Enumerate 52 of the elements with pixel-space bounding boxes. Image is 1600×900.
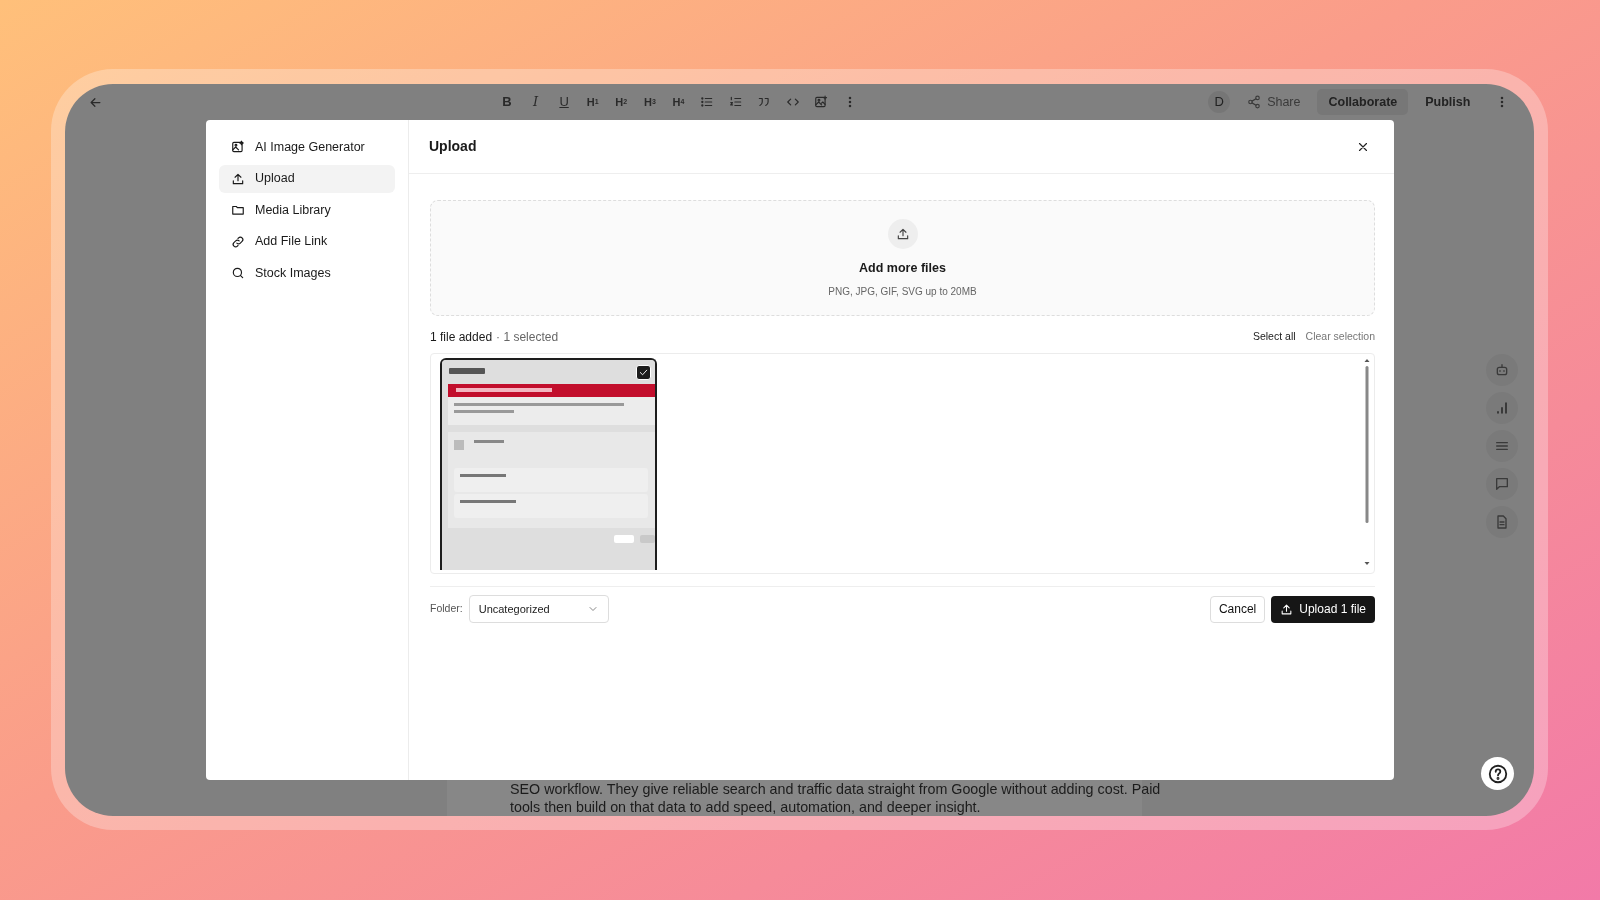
file-checkbox[interactable] (636, 365, 651, 380)
publish-button[interactable]: Publish (1414, 89, 1482, 115)
search-icon (231, 266, 245, 280)
help-button[interactable] (1481, 757, 1514, 790)
lines-button[interactable] (1486, 430, 1518, 462)
comment-icon (1494, 476, 1510, 492)
document-button[interactable] (1486, 506, 1518, 538)
bullet-list-icon (700, 95, 715, 109)
comment-button[interactable] (1486, 468, 1518, 500)
robot-button[interactable] (1486, 354, 1518, 386)
image-add-icon (814, 95, 829, 109)
upload-button[interactable]: Upload 1 file (1271, 595, 1375, 623)
quote-icon (757, 95, 772, 109)
clear-selection-link[interactable]: Clear selection (1295, 329, 1375, 345)
drop-zone[interactable]: Add more files PNG, JPG, GIF, SVG up to 20MB (430, 200, 1375, 316)
selected-count: · 1 selected (496, 329, 559, 346)
dialog-title: Upload (429, 137, 477, 156)
share-button[interactable]: Share (1236, 89, 1312, 115)
folder-select[interactable]: Uncategorized (468, 595, 609, 623)
upload-icon (887, 219, 918, 249)
sidebar-item[interactable]: Upload (219, 164, 395, 193)
numbered-list-icon (728, 95, 743, 109)
bold-button[interactable]: B (492, 90, 522, 114)
drop-zone-title: Add more files (859, 260, 946, 277)
cancel-button[interactable]: Cancel (1209, 595, 1266, 623)
select-all-link[interactable]: Select all (1242, 329, 1296, 345)
upload-icon (231, 171, 245, 186)
sidebar-item[interactable]: Media Library (219, 196, 395, 224)
folder-label: Folder: (430, 601, 463, 617)
code-icon (785, 95, 800, 109)
document-icon (1494, 514, 1510, 530)
image-sparkle-icon (231, 140, 245, 154)
body-text: tools then build on that data to add speed, automation, and deeper insight. (510, 798, 981, 816)
share-icon (1247, 95, 1262, 109)
file-count: 1 file added (430, 329, 493, 346)
sidebar-item[interactable]: Add File Link (219, 227, 395, 256)
drop-zone-hint: PNG, JPG, GIF, SVG up to 20MB (828, 284, 977, 299)
check-icon (638, 367, 649, 378)
folder-icon (231, 203, 245, 217)
bar-chart-button[interactable] (1486, 392, 1518, 424)
help-icon (1486, 762, 1509, 785)
upload-icon (1280, 602, 1294, 616)
collaborate-button[interactable]: Collaborate (1317, 89, 1409, 115)
underline-button[interactable]: U (549, 90, 579, 114)
sidebar-item[interactable]: AI Image Generator (219, 133, 395, 161)
sidebar-item[interactable]: Stock Images (219, 259, 395, 287)
user-avatar[interactable]: D (1208, 91, 1231, 113)
robot-icon (1494, 362, 1510, 378)
body-text: SEO workflow. They give reliable search and traffic data straight from Google without adding cost. Paid (510, 780, 1161, 798)
link-icon (231, 234, 245, 249)
italic-button[interactable]: I (521, 90, 550, 114)
bar-chart-icon (1494, 400, 1510, 416)
